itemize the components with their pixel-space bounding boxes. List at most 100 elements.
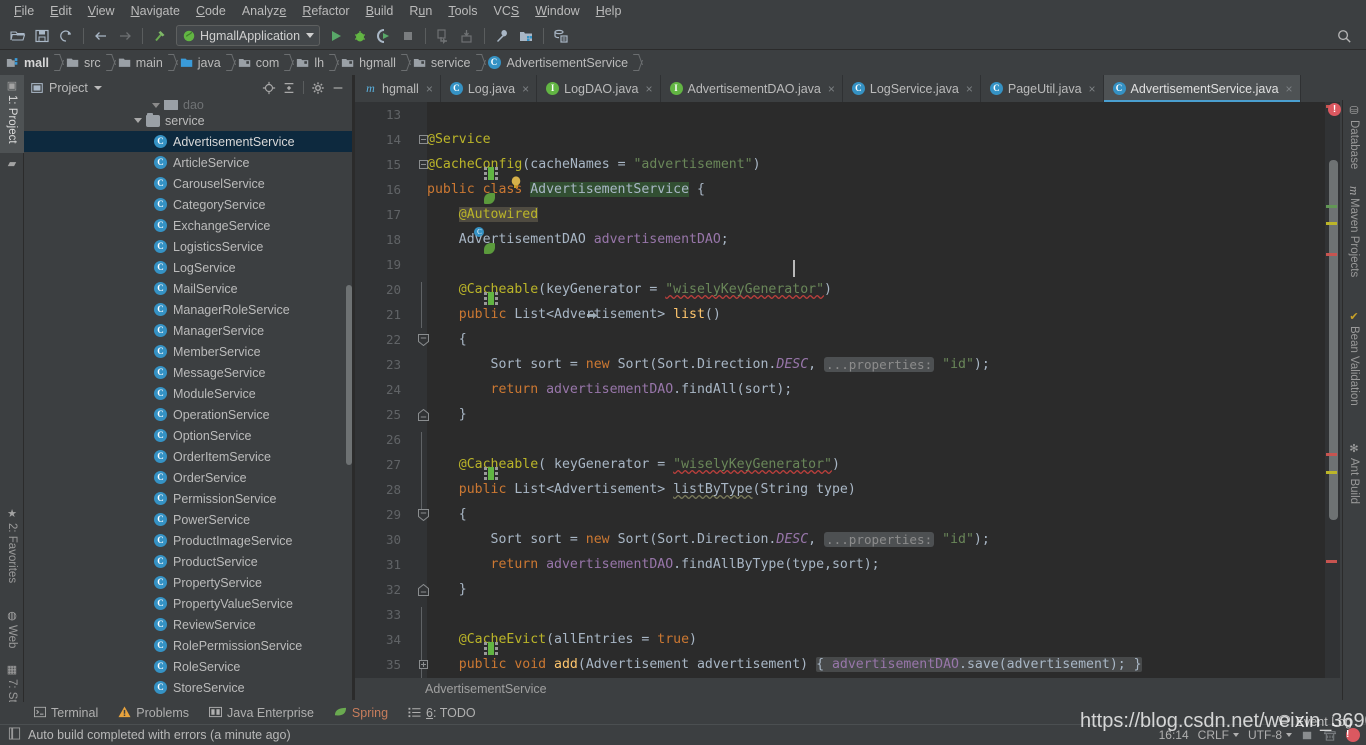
- close-icon[interactable]: ×: [1286, 82, 1293, 96]
- menu-view[interactable]: View: [80, 2, 123, 20]
- breadcrumb-item-src[interactable]: src: [66, 50, 103, 75]
- tree-item-productservice[interactable]: C ProductService: [24, 551, 354, 572]
- close-icon[interactable]: ×: [522, 82, 529, 96]
- tree-item-reviewservice[interactable]: C ReviewService: [24, 614, 354, 635]
- tree-item-memberservice[interactable]: C MemberService: [24, 341, 354, 362]
- close-icon[interactable]: ×: [645, 82, 652, 96]
- bottom-tab-problems[interactable]: Problems: [108, 705, 199, 721]
- intention-bulb-icon[interactable]: [430, 160, 521, 188]
- run-icon[interactable]: [325, 25, 347, 47]
- autowired-dependency-gutter-icon[interactable]: [405, 227, 597, 319]
- search-icon[interactable]: [1333, 25, 1355, 47]
- breadcrumb-item-advertisementservice[interactable]: C AdvertisementService: [487, 50, 631, 75]
- breadcrumb-item-com[interactable]: com: [238, 50, 282, 75]
- forward-arrow-icon[interactable]: [114, 25, 136, 47]
- tree-item-logservice[interactable]: C LogService: [24, 257, 354, 278]
- error-count-badge[interactable]: !: [1328, 103, 1341, 116]
- run-with-coverage-icon[interactable]: [373, 25, 395, 47]
- fold-marker[interactable]: [417, 327, 429, 352]
- editor-tab-pageutil-java[interactable]: C PageUtil.java ×: [981, 75, 1104, 102]
- fold-marker[interactable]: [417, 402, 429, 427]
- sync-icon[interactable]: [55, 25, 77, 47]
- bottom-tab-java-enterprise[interactable]: Java Enterprise: [199, 706, 324, 721]
- database-icon[interactable]: [550, 25, 572, 47]
- close-icon[interactable]: ×: [426, 82, 433, 96]
- editor-tab-advertisementservice-java[interactable]: C AdvertisementService.java ×: [1103, 75, 1301, 102]
- fold-marker[interactable]: [417, 577, 429, 602]
- menu-tools[interactable]: Tools: [440, 2, 485, 20]
- update-project-icon[interactable]: [432, 25, 454, 47]
- hide-icon[interactable]: [328, 78, 348, 98]
- tree-item-productimageservice[interactable]: C ProductImageService: [24, 530, 354, 551]
- sidebar-item-favorites[interactable]: ★ 2: Favorites: [0, 503, 24, 595]
- fold-marker[interactable]: [417, 152, 429, 177]
- close-icon[interactable]: ×: [828, 82, 835, 96]
- code-text[interactable]: 13 14 @Service 15 @ CacheConfig (cacheN…: [386, 102, 1325, 678]
- chevron-down-icon[interactable]: [93, 85, 102, 90]
- tree-item-moduleservice[interactable]: C ModuleService: [24, 383, 354, 404]
- open-folder-icon[interactable]: [7, 25, 29, 47]
- tree-item-propertyvalueservice[interactable]: C PropertyValueService: [24, 593, 354, 614]
- folder-icon-strip[interactable]: ▰: [0, 153, 24, 177]
- breadcrumb-item-main[interactable]: main: [118, 50, 165, 75]
- menu-refactor[interactable]: Refactor: [294, 2, 357, 20]
- fold-marker[interactable]: [417, 127, 429, 152]
- tree-item-orderservice[interactable]: C OrderService: [24, 467, 354, 488]
- tree-item-managerservice[interactable]: C ManagerService: [24, 320, 354, 341]
- menu-file[interactable]: FFileile: [6, 2, 42, 20]
- encoding-selector[interactable]: UTF-8: [1248, 728, 1292, 742]
- stripe-marker[interactable]: [1326, 453, 1337, 456]
- fold-marker-collapsed[interactable]: [417, 652, 429, 677]
- tree-item-roleservice[interactable]: C RoleService: [24, 656, 354, 677]
- stripe-marker[interactable]: [1326, 560, 1337, 563]
- indent-icon[interactable]: [1301, 729, 1314, 742]
- tree-item-propertyservice[interactable]: C PropertyService: [24, 572, 354, 593]
- sidebar-item-bean-validation[interactable]: ✔ Bean Validation: [1342, 306, 1366, 426]
- event-log-button[interactable]: Event Log: [1278, 714, 1352, 730]
- sidebar-item-project[interactable]: ▣ 1: Project: [0, 75, 24, 153]
- breadcrumb-item-service[interactable]: service: [413, 50, 473, 75]
- tree-item-orderitemservice[interactable]: C OrderItemService: [24, 446, 354, 467]
- run-configuration-selector[interactable]: HgmallApplication: [176, 25, 321, 46]
- tree-item-rolepermissionservice[interactable]: C RolePermissionService: [24, 635, 354, 656]
- menu-edit[interactable]: Edit: [42, 2, 80, 20]
- tree-item-operationservice[interactable]: C OperationService: [24, 404, 354, 425]
- tree-item-powerservice[interactable]: C PowerService: [24, 509, 354, 530]
- sidebar-item-database[interactable]: ⛁ Database: [1342, 100, 1366, 174]
- bottom-tab-spring[interactable]: Spring: [324, 706, 398, 721]
- expand-arrow-icon[interactable]: [134, 118, 142, 123]
- close-icon[interactable]: ×: [966, 82, 973, 96]
- editor-tab-advertisementdao-java[interactable]: I AdvertisementDAO.java ×: [661, 75, 843, 102]
- build-hammer-icon[interactable]: [149, 25, 171, 47]
- stripe-marker[interactable]: [1326, 222, 1337, 225]
- collapse-all-icon[interactable]: [279, 78, 299, 98]
- error-stripe[interactable]: [1325, 102, 1340, 678]
- bottom-tab-terminal[interactable]: Terminal: [24, 706, 108, 721]
- spring-bean-gutter-icon[interactable]: [405, 277, 499, 305]
- sidebar-item-maven-projects[interactable]: m Maven Projects: [1342, 182, 1366, 294]
- tree-item-logisticsservice[interactable]: C LogisticsService: [24, 236, 354, 257]
- back-arrow-icon[interactable]: [90, 25, 112, 47]
- stop-icon[interactable]: [397, 25, 419, 47]
- stripe-marker[interactable]: [1326, 253, 1337, 256]
- spring-bean-gutter-icon[interactable]: [405, 627, 499, 655]
- sidebar-item-ant-build[interactable]: ✻ Ant Build: [1342, 438, 1366, 518]
- spring-bean-gutter-icon[interactable]: [405, 452, 499, 480]
- tree-item-articleservice[interactable]: C ArticleService: [24, 152, 354, 173]
- editor-tab-log-java[interactable]: C Log.java ×: [441, 75, 538, 102]
- bottom-tab-todo[interactable]: 6: TODO: [398, 706, 486, 721]
- gear-icon[interactable]: [308, 78, 328, 98]
- tree-folder-service[interactable]: service: [24, 110, 354, 131]
- breadcrumb-item-mall[interactable]: mall: [6, 50, 51, 75]
- tree-item-managerroleservice[interactable]: C ManagerRoleService: [24, 299, 354, 320]
- save-all-icon[interactable]: [31, 25, 53, 47]
- tree-item-mailservice[interactable]: C MailService: [24, 278, 354, 299]
- breadcrumb-item-lh[interactable]: lh: [296, 50, 326, 75]
- line-separator-selector[interactable]: CRLF: [1198, 728, 1239, 742]
- menu-vcs[interactable]: VCS: [486, 2, 528, 20]
- menu-window[interactable]: Window: [527, 2, 587, 20]
- tree-item-storeservice[interactable]: C StoreService: [24, 677, 354, 698]
- code-editor[interactable]: 13 14 @Service 15 @ CacheConfig (cacheN…: [355, 102, 1325, 678]
- menu-help[interactable]: Help: [588, 2, 630, 20]
- tree-item-advertisementservice[interactable]: C AdvertisementService: [24, 131, 354, 152]
